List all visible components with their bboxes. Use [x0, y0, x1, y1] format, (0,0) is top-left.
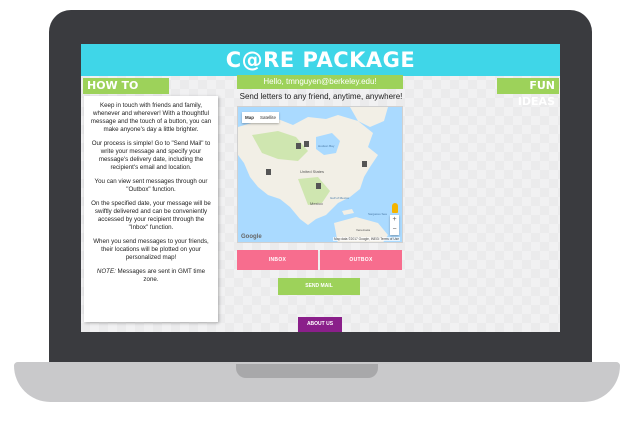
- map-label-sargasso: Sargasso Sea: [368, 212, 387, 216]
- tagline: Send letters to any friend, anytime, any…: [239, 92, 403, 101]
- map-label-gulf: Gulf of Mexico: [330, 196, 350, 200]
- map-label-mexico: Mexico: [310, 201, 323, 206]
- inbox-button[interactable]: INBOX: [237, 250, 318, 270]
- instruction-paragraph: On the specified date, your message will…: [91, 200, 211, 231]
- zoom-control[interactable]: + −: [390, 215, 399, 235]
- map-type-toggle[interactable]: Map Satellite: [242, 112, 280, 123]
- map-label-venezuela: Venezuela: [356, 228, 370, 232]
- instructions-panel: Keep in touch with friends and family, w…: [84, 96, 218, 322]
- map-canvas[interactable]: United States Mexico Gulf of Mexico Huds…: [238, 107, 403, 243]
- map-label-united-states: United States: [300, 169, 324, 174]
- map-type-satellite[interactable]: Satellite: [257, 112, 279, 123]
- instruction-paragraph: You can view sent messages through our "…: [94, 178, 208, 193]
- laptop-notch: [236, 364, 378, 378]
- outbox-button[interactable]: OUTBOX: [320, 250, 402, 270]
- location-marker[interactable]: [316, 183, 321, 189]
- map-type-map[interactable]: Map: [242, 112, 257, 123]
- app-title: C@RE PACKAGE: [81, 44, 560, 76]
- note-text: Messages are sent in GMT time zone.: [115, 268, 206, 283]
- map-label-hudson: Hudson Bay: [318, 144, 335, 148]
- location-marker[interactable]: [304, 141, 309, 147]
- note-paragraph: NOTE: Messages are sent in GMT time zone…: [90, 268, 212, 284]
- google-logo: Google: [241, 234, 262, 240]
- location-marker[interactable]: [362, 161, 367, 167]
- instruction-paragraph: Our process is simple! Go to "Send Mail"…: [91, 140, 211, 171]
- about-us-button[interactable]: ABOUT US: [298, 317, 342, 332]
- laptop-screen: C@RE PACKAGE HOW TO USE FUN IDEAS Hello,…: [81, 44, 560, 332]
- how-to-use-heading: HOW TO USE: [83, 78, 169, 108]
- instruction-paragraph: When you send messages to your friends, …: [93, 238, 209, 261]
- street-view-icon[interactable]: [392, 203, 398, 213]
- location-marker[interactable]: [266, 169, 271, 175]
- map-attribution[interactable]: Map data ©2017 Google, INEGI Terms of Us…: [333, 237, 400, 241]
- fun-ideas-heading[interactable]: FUN IDEAS: [497, 78, 559, 108]
- location-marker[interactable]: [296, 143, 301, 149]
- note-label: NOTE:: [96, 268, 116, 275]
- zoom-out-button[interactable]: −: [390, 225, 399, 235]
- zoom-in-button[interactable]: +: [390, 215, 399, 225]
- instruction-paragraph: Keep in touch with friends and family, w…: [90, 102, 212, 133]
- friends-map[interactable]: United States Mexico Gulf of Mexico Huds…: [237, 106, 403, 243]
- send-mail-button[interactable]: SEND MAIL: [278, 278, 360, 295]
- greeting-banner: Hello, tmnguyen@berkeley.edu!: [237, 75, 403, 89]
- caribbean-islands: [342, 209, 354, 215]
